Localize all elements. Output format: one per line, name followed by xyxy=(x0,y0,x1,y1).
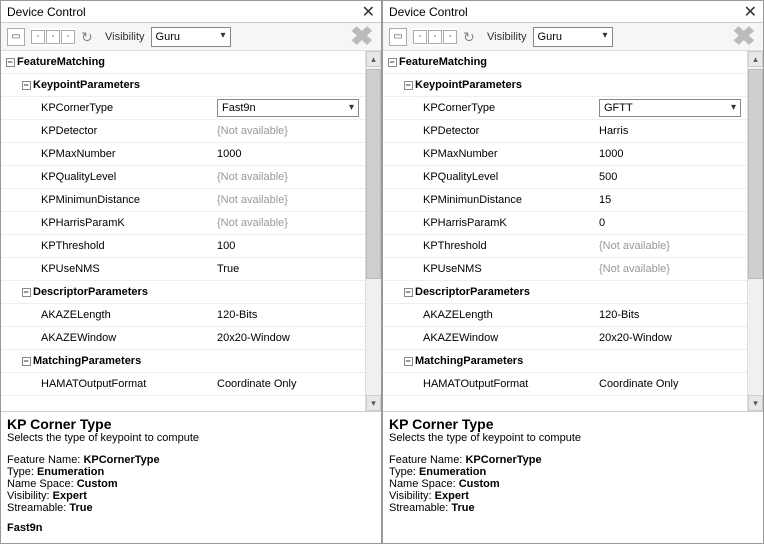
toolbar: ▭ ▫▫▫ ↻ Visibility Guru ✖ xyxy=(383,23,763,51)
refresh-icon[interactable]: ↻ xyxy=(463,29,479,45)
clear-icon[interactable]: ✖ xyxy=(350,21,374,52)
property-grid: −FeatureMatching −KeypointParameters KPC… xyxy=(1,51,381,411)
scroll-thumb[interactable] xyxy=(366,69,381,279)
prop-row[interactable]: KPThreshold100 xyxy=(1,235,365,258)
prop-row[interactable]: KPQualityLevel500 xyxy=(383,166,747,189)
prop-row[interactable]: HAMATOutputFormatCoordinate Only xyxy=(1,373,365,396)
scroll-up-icon[interactable]: ▴ xyxy=(366,51,381,67)
prop-row[interactable]: KPThreshold{Not available} xyxy=(383,235,747,258)
window-title: Device Control xyxy=(389,5,744,19)
desc-title: KP Corner Type xyxy=(389,416,757,432)
prop-row[interactable]: KPCornerType Fast9n xyxy=(1,97,365,120)
prop-row[interactable]: KPDetector{Not available} xyxy=(1,120,365,143)
toolbar: ▭ ▫▫▫ ↻ Visibility Guru ✖ xyxy=(1,23,381,51)
visibility-label: Visibility xyxy=(105,31,145,43)
visibility-select[interactable]: Guru xyxy=(151,27,231,47)
titlebar: Device Control ✕ xyxy=(383,1,763,23)
desc-text: Selects the type of keypoint to compute xyxy=(7,432,375,444)
scroll-down-icon[interactable]: ▾ xyxy=(366,395,381,411)
prop-row[interactable]: KPQualityLevel{Not available} xyxy=(1,166,365,189)
window-title: Device Control xyxy=(7,5,362,19)
collapse-icon[interactable]: − xyxy=(22,288,31,297)
visibility-select[interactable]: Guru xyxy=(533,27,613,47)
prop-row[interactable]: KPHarrisParamK0 xyxy=(383,212,747,235)
device-control-panel: Device Control ✕ ▭ ▫▫▫ ↻ Visibility Guru… xyxy=(0,0,382,544)
layout-icons[interactable]: ▫▫▫ xyxy=(31,28,75,46)
vertical-scrollbar[interactable]: ▴ ▾ xyxy=(747,51,763,411)
collapse-icon[interactable]: − xyxy=(404,288,413,297)
prop-row[interactable]: KPMinimunDistance15 xyxy=(383,189,747,212)
prop-row[interactable]: AKAZEWindow20x20-Window xyxy=(383,327,747,350)
description-pane: KP Corner Type Selects the type of keypo… xyxy=(383,411,763,543)
vertical-scrollbar[interactable]: ▴ ▾ xyxy=(365,51,381,411)
kpcornertype-select[interactable]: GFTT xyxy=(599,99,741,117)
prop-row[interactable]: KPDetectorHarris xyxy=(383,120,747,143)
collapse-icon[interactable]: − xyxy=(6,58,15,67)
group-descriptor[interactable]: −DescriptorParameters xyxy=(1,281,365,304)
collapse-icon[interactable]: − xyxy=(388,58,397,67)
prop-row[interactable]: KPMinimunDistance{Not available} xyxy=(1,189,365,212)
kpcornertype-select[interactable]: Fast9n xyxy=(217,99,359,117)
visibility-label: Visibility xyxy=(487,31,527,43)
prop-row[interactable]: KPUseNMS{Not available} xyxy=(383,258,747,281)
prop-row[interactable]: AKAZELength120-Bits xyxy=(1,304,365,327)
collapse-icon[interactable]: − xyxy=(404,81,413,90)
tree-root[interactable]: −FeatureMatching xyxy=(1,51,365,74)
view-mode-icon[interactable]: ▭ xyxy=(389,28,407,46)
prop-row[interactable]: KPMaxNumber1000 xyxy=(383,143,747,166)
scroll-up-icon[interactable]: ▴ xyxy=(748,51,763,67)
group-descriptor[interactable]: −DescriptorParameters xyxy=(383,281,747,304)
prop-row[interactable]: KPCornerTypeGFTT xyxy=(383,97,747,120)
desc-current-value: Fast9n xyxy=(7,522,375,534)
prop-row[interactable]: KPUseNMSTrue xyxy=(1,258,365,281)
scroll-thumb[interactable] xyxy=(748,69,763,279)
group-matching[interactable]: −MatchingParameters xyxy=(1,350,365,373)
desc-text: Selects the type of keypoint to compute xyxy=(389,432,757,444)
device-control-panel: Device Control ✕ ▭ ▫▫▫ ↻ Visibility Guru… xyxy=(382,0,764,544)
collapse-icon[interactable]: − xyxy=(22,357,31,366)
clear-icon[interactable]: ✖ xyxy=(732,21,756,52)
titlebar: Device Control ✕ xyxy=(1,1,381,23)
view-mode-icon[interactable]: ▭ xyxy=(7,28,25,46)
prop-row[interactable]: KPHarrisParamK{Not available} xyxy=(1,212,365,235)
group-matching[interactable]: −MatchingParameters xyxy=(383,350,747,373)
desc-title: KP Corner Type xyxy=(7,416,375,432)
close-icon[interactable]: ✕ xyxy=(744,2,757,22)
prop-row[interactable]: KPMaxNumber1000 xyxy=(1,143,365,166)
layout-icons[interactable]: ▫▫▫ xyxy=(413,28,457,46)
prop-row[interactable]: AKAZELength120-Bits xyxy=(383,304,747,327)
refresh-icon[interactable]: ↻ xyxy=(81,29,97,45)
group-keypoint[interactable]: −KeypointParameters xyxy=(383,74,747,97)
scroll-down-icon[interactable]: ▾ xyxy=(748,395,763,411)
collapse-icon[interactable]: − xyxy=(404,357,413,366)
property-grid: −FeatureMatching −KeypointParameters KPC… xyxy=(383,51,763,411)
collapse-icon[interactable]: − xyxy=(22,81,31,90)
tree-root[interactable]: −FeatureMatching xyxy=(383,51,747,74)
group-keypoint[interactable]: −KeypointParameters xyxy=(1,74,365,97)
prop-row[interactable]: AKAZEWindow20x20-Window xyxy=(1,327,365,350)
close-icon[interactable]: ✕ xyxy=(362,2,375,22)
prop-row[interactable]: HAMATOutputFormatCoordinate Only xyxy=(383,373,747,396)
description-pane: KP Corner Type Selects the type of keypo… xyxy=(1,411,381,543)
